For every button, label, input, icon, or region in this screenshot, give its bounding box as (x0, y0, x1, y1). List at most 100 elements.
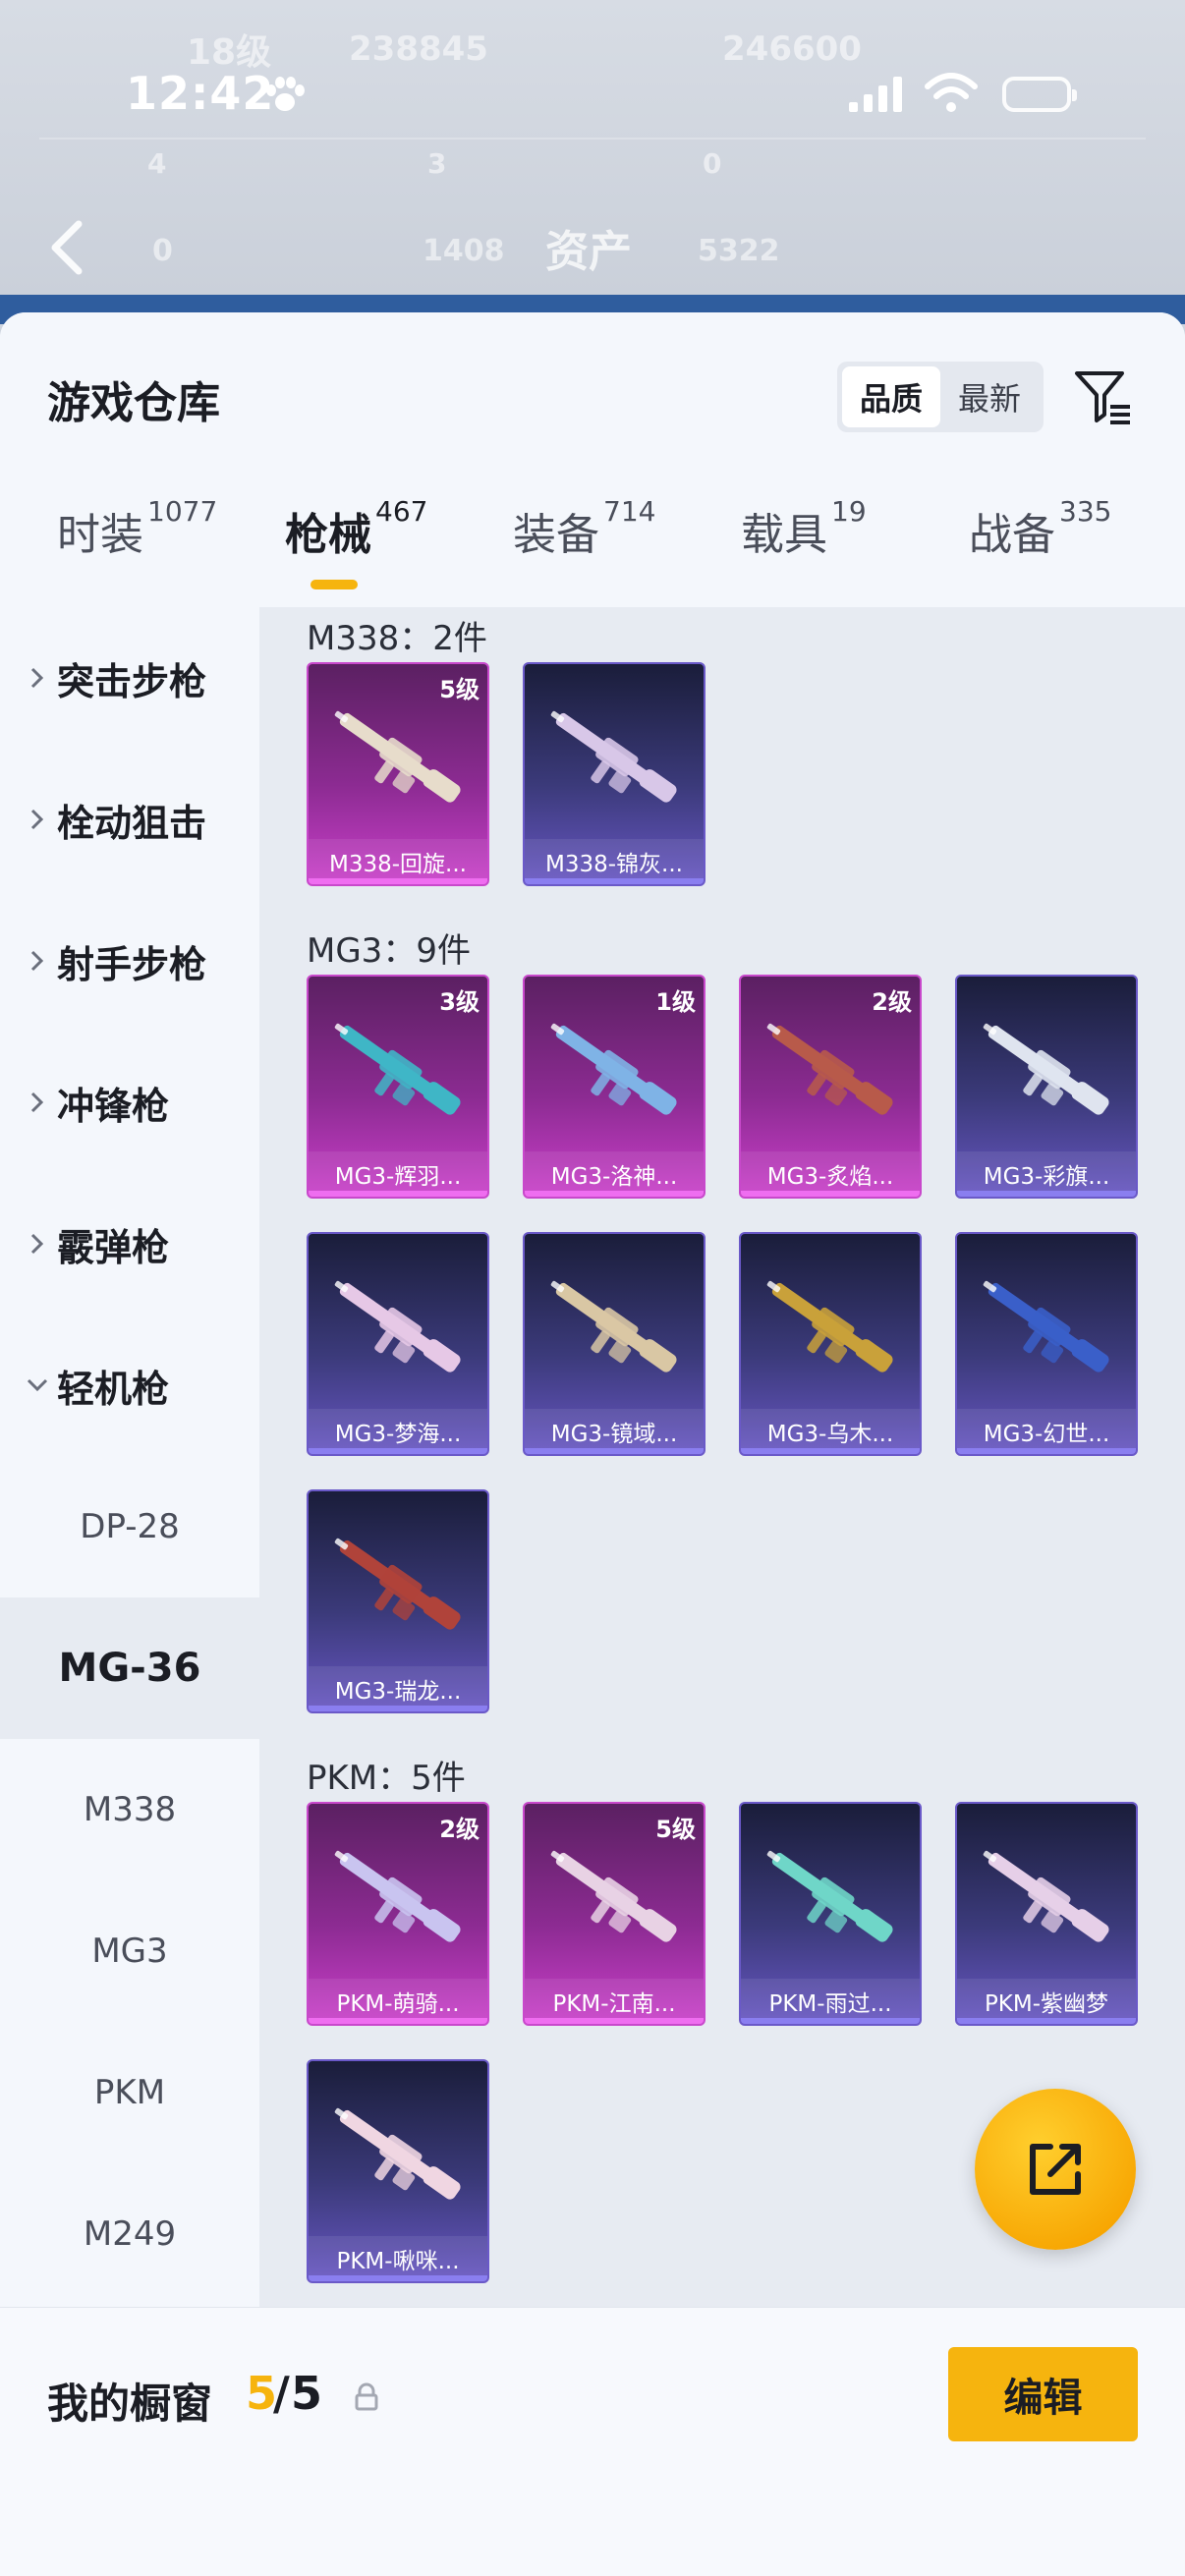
rarity-bar (525, 1191, 704, 1197)
rarity-bar (309, 1448, 487, 1454)
tab-count: 19 (831, 495, 867, 528)
machine-gun-icon (983, 1850, 1109, 1942)
chevron-right-icon (30, 950, 44, 972)
tab-count: 1077 (147, 495, 218, 528)
showcase-slash: / (273, 2367, 290, 2420)
back-chevron-icon[interactable] (47, 218, 86, 277)
edit-button[interactable]: 编辑 (948, 2347, 1138, 2441)
machine-gun-icon (334, 1023, 461, 1115)
machine-gun-icon (334, 2107, 461, 2200)
skin-card[interactable]: M338-锦灰... (523, 662, 705, 886)
group-title-m338: M338：2件 (307, 619, 487, 658)
rarity-bar (957, 1448, 1136, 1454)
sidebar-item-shotgun[interactable]: 霰弹枪 (0, 1173, 259, 1315)
tab-label: 载具 (741, 510, 827, 560)
rarity-bar (309, 1706, 487, 1711)
tab-label: 战备 (969, 510, 1055, 560)
skin-card[interactable]: MG3-梦海... (307, 1232, 489, 1456)
tab-label: 装备 (513, 510, 599, 560)
chevron-right-icon (30, 1092, 44, 1113)
skin-card[interactable]: 2级 MG3-炙焰... (739, 975, 922, 1199)
machine-gun-icon (334, 1280, 461, 1372)
tab-fashion[interactable]: 时装 1077 (57, 495, 217, 597)
share-button[interactable] (975, 2089, 1136, 2250)
machine-gun-icon (334, 710, 461, 803)
sidebar-item-assault-rifle[interactable]: 突击步枪 (0, 607, 259, 749)
skin-card[interactable]: MG3-彩旗... (955, 975, 1138, 1199)
skin-card[interactable]: MG3-幻世... (955, 1232, 1138, 1456)
rarity-bar (957, 1191, 1136, 1197)
rarity-bar (525, 2018, 704, 2024)
rarity-bar (741, 1191, 920, 1197)
sidebar-subitem-m249[interactable]: M249 (0, 2163, 259, 2305)
sort-newest-option[interactable]: 最新 (940, 366, 1039, 427)
sidebar-item-lmg[interactable]: 轻机枪 (0, 1315, 259, 1456)
machine-gun-icon (334, 1538, 461, 1630)
skin-card[interactable]: 5级 M338-回旋... (307, 662, 489, 886)
rarity-bar (309, 878, 487, 884)
bg-stat-5: 1408 (423, 234, 505, 268)
share-icon (1030, 2144, 1081, 2195)
skin-card[interactable]: MG3-瑞龙... (307, 1489, 489, 1713)
skin-card[interactable]: MG3-镜域... (523, 1232, 705, 1456)
skin-level-badge: 5级 (439, 676, 480, 703)
tab-war-supplies[interactable]: 战备 335 (969, 495, 1111, 597)
weapon-category-sidebar: 突击步枪 栓动狙击 射手步枪 冲锋枪 霰弹枪 轻机枪 DP-28 MG-36 M… (0, 607, 259, 2310)
sidebar-subitem-dp28[interactable]: DP-28 (0, 1456, 259, 1597)
machine-gun-icon (334, 1850, 461, 1942)
skin-card[interactable]: PKM-啾咪... (307, 2059, 489, 2283)
status-time: 12:42 (126, 67, 275, 120)
skin-card[interactable]: 3级 MG3-辉羽... (307, 975, 489, 1199)
sort-quality-option[interactable]: 品质 (842, 366, 940, 427)
chevron-right-icon (30, 1233, 44, 1255)
machine-gun-icon (766, 1280, 893, 1372)
skin-level-badge: 2级 (439, 1816, 480, 1843)
bg-page-title: 资产 (545, 227, 632, 277)
wifi-icon (925, 73, 978, 112)
sidebar-item-label: 轻机枪 (57, 1367, 170, 1411)
rarity-bar (309, 2018, 487, 2024)
sheet-title: 游戏仓库 (47, 378, 220, 428)
warehouse-sheet: 游戏仓库 品质 最新 时装 1077 枪械 467 装备 714 载具 19 战… (0, 312, 1185, 2576)
active-tab-indicator (310, 580, 358, 589)
skin-card[interactable]: 2级 PKM-萌骑... (307, 1802, 489, 2026)
skin-card[interactable]: PKM-雨过... (739, 1802, 922, 2026)
skin-level-badge: 3级 (439, 988, 480, 1016)
filter-icon[interactable] (1071, 364, 1136, 428)
sidebar-subitem-mg3[interactable]: MG3 (0, 1880, 259, 2022)
sidebar-subitem-mg36[interactable]: MG-36 (0, 1597, 259, 1739)
sidebar-item-label: 突击步枪 (57, 659, 207, 703)
rarity-bar (957, 2018, 1136, 2024)
sidebar-item-bolt-sniper[interactable]: 栓动狙击 (0, 749, 259, 890)
tab-equipment[interactable]: 装备 714 (513, 495, 655, 597)
sidebar-item-smg[interactable]: 冲锋枪 (0, 1032, 259, 1173)
machine-gun-icon (983, 1280, 1109, 1372)
tab-count: 714 (603, 495, 656, 528)
weapon-skin-grid: M338：2件 MG3：9件 PKM：5件 5级 M338-回旋... M338-锦… (259, 607, 1185, 2310)
rarity-bar (525, 1448, 704, 1454)
machine-gun-icon (550, 1023, 677, 1115)
tab-label: 枪械 (285, 510, 371, 560)
sheet-header: 游戏仓库 品质 最新 时装 1077 枪械 467 装备 714 载具 19 战… (0, 312, 1185, 607)
skin-level-badge: 5级 (655, 1816, 696, 1843)
sidebar-subitem-pkm[interactable]: PKM (0, 2022, 259, 2163)
machine-gun-icon (766, 1023, 893, 1115)
showcase-bar: 我的橱窗 5 / 5 编辑 (0, 2307, 1185, 2576)
sidebar-item-marksman-rifle[interactable]: 射手步枪 (0, 890, 259, 1032)
skin-card[interactable]: 1级 MG3-洛神... (523, 975, 705, 1199)
skin-card[interactable]: MG3-乌木... (739, 1232, 922, 1456)
group-title-pkm: PKM：5件 (307, 1759, 466, 1798)
machine-gun-icon (550, 710, 677, 803)
showcase-max-count: 5 (291, 2367, 323, 2420)
skin-card[interactable]: PKM-紫幽梦 (955, 1802, 1138, 2026)
skin-card[interactable]: 5级 PKM-江南... (523, 1802, 705, 2026)
sidebar-item-label: 霰弹枪 (57, 1225, 170, 1269)
sidebar-subitem-m338[interactable]: M338 (0, 1739, 259, 1880)
bg-stat-4: 0 (152, 234, 173, 268)
chevron-right-icon (30, 809, 44, 830)
paw-icon (266, 77, 305, 111)
rarity-bar (741, 2018, 920, 2024)
machine-gun-icon (766, 1850, 893, 1942)
machine-gun-icon (983, 1023, 1109, 1115)
tab-vehicles[interactable]: 载具 19 (741, 495, 867, 597)
